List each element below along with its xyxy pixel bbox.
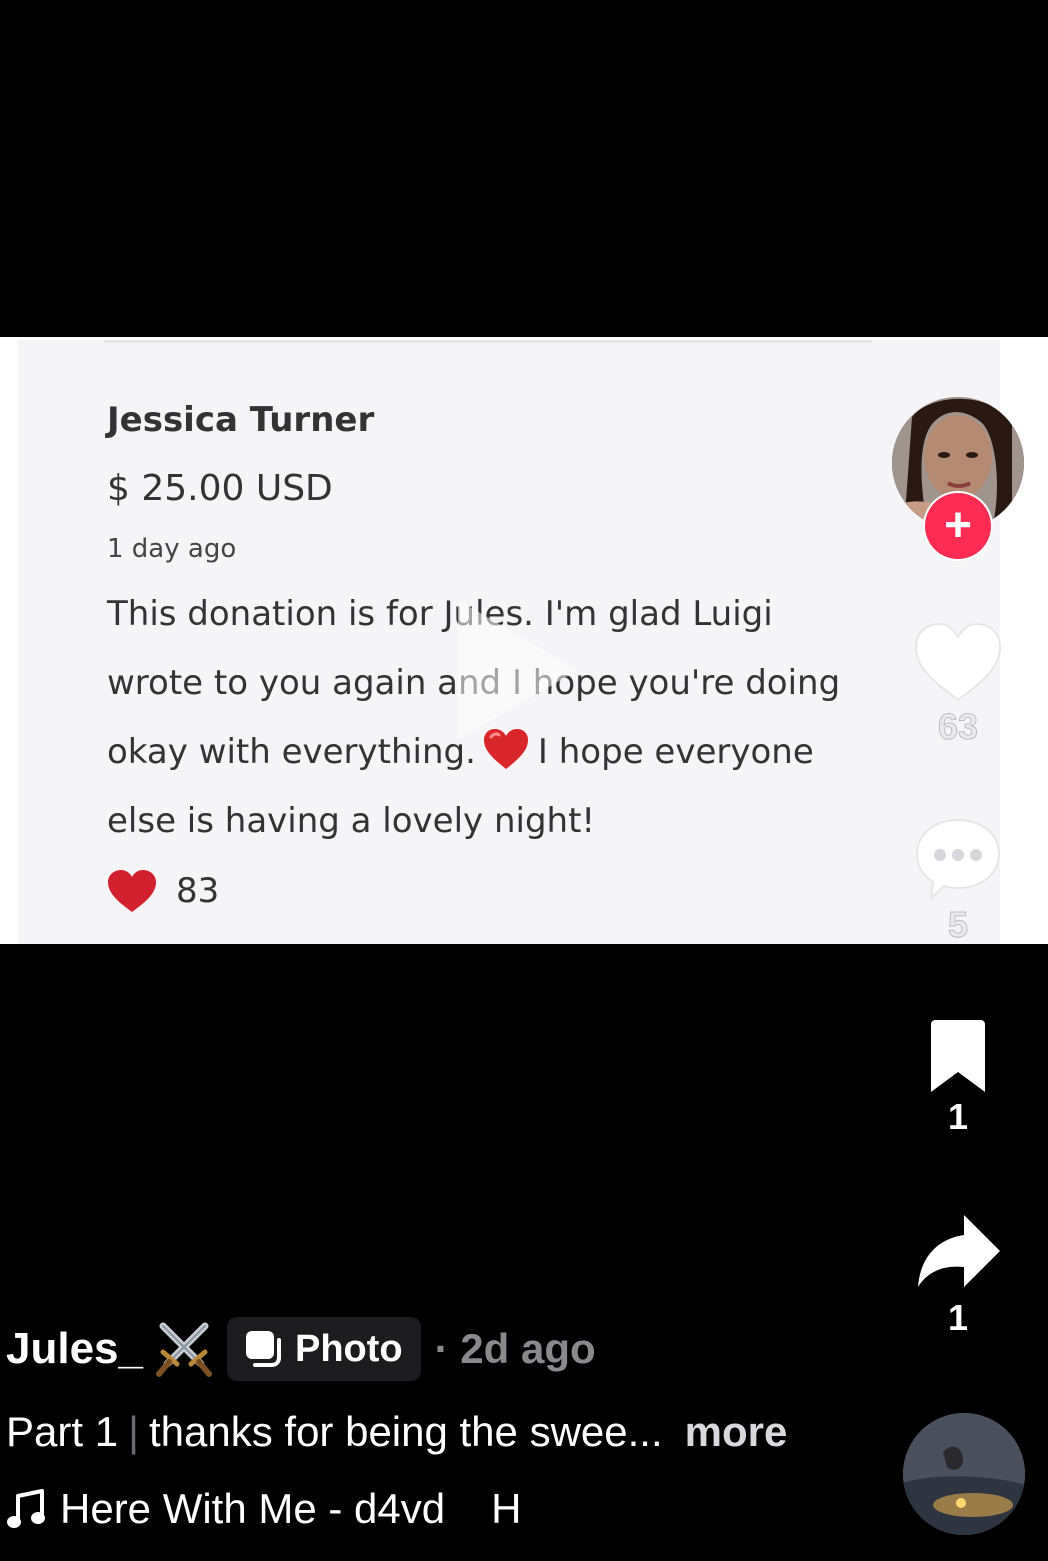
- like-button[interactable]: 63: [908, 620, 1008, 748]
- bookmark-button[interactable]: 1: [908, 1020, 1008, 1138]
- message-line: else is having a lovely night!: [107, 801, 596, 841]
- music-title: Here With Me - d4vd: [60, 1485, 446, 1532]
- follow-button[interactable]: +: [925, 493, 991, 559]
- music-note-icon: [7, 1489, 45, 1528]
- post-photo[interactable]: Jessica Turner $ 25.00 USD 1 day ago Thi…: [0, 337, 1048, 944]
- description-text: thanks for being the swee...: [148, 1408, 663, 1455]
- photo-type-badge: Photo: [226, 1317, 421, 1381]
- donation-time: 1 day ago: [107, 534, 237, 564]
- more-link[interactable]: more: [685, 1408, 788, 1455]
- message-line-text: okay with everything.: [107, 732, 476, 772]
- post-description[interactable]: Part 1 | thanks for being the swee... more: [6, 1408, 787, 1456]
- comment-button[interactable]: 5: [908, 816, 1008, 946]
- donor-name: Jessica Turner: [107, 400, 375, 440]
- heart-icon: [914, 622, 1002, 702]
- like-count: 63: [937, 706, 979, 748]
- sound-cover-icon: [903, 1413, 1025, 1535]
- music-ticker[interactable]: Here With Me - d4vd H: [6, 1484, 521, 1534]
- heart-icon: [108, 870, 156, 912]
- music-title-marquee-repeat: H: [491, 1485, 522, 1532]
- description-part: Part 1: [6, 1408, 119, 1455]
- bookmark-count: 1: [947, 1096, 969, 1137]
- card-divider: [104, 340, 872, 343]
- author-row: Jules_ Photo · 2d ago: [6, 1316, 596, 1382]
- share-count: 1: [947, 1297, 969, 1338]
- comment-count: 5: [947, 904, 969, 946]
- tiktok-post-screen: Jessica Turner $ 25.00 USD 1 day ago Thi…: [0, 0, 1048, 1561]
- play-icon[interactable]: [448, 590, 588, 750]
- card-like-count: 83: [106, 866, 219, 916]
- bookmark-icon: [931, 1020, 985, 1092]
- photo-stack-icon: [245, 1331, 281, 1367]
- crossed-swords-icon: [155, 1322, 212, 1377]
- share-arrow-icon: [918, 1215, 1000, 1287]
- donation-amount: $ 25.00 USD: [107, 468, 333, 509]
- comment-bubble-icon: [915, 818, 1001, 901]
- donation-card: Jessica Turner $ 25.00 USD 1 day ago Thi…: [18, 340, 1000, 944]
- card-like-number: 83: [176, 871, 220, 911]
- post-age: · 2d ago: [434, 1325, 596, 1372]
- photo-type-label: Photo: [294, 1327, 403, 1370]
- share-button[interactable]: 1: [908, 1213, 1008, 1339]
- sound-disc[interactable]: [903, 1413, 1025, 1535]
- description-separator: |: [128, 1408, 139, 1455]
- author-username[interactable]: Jules_: [6, 1324, 143, 1374]
